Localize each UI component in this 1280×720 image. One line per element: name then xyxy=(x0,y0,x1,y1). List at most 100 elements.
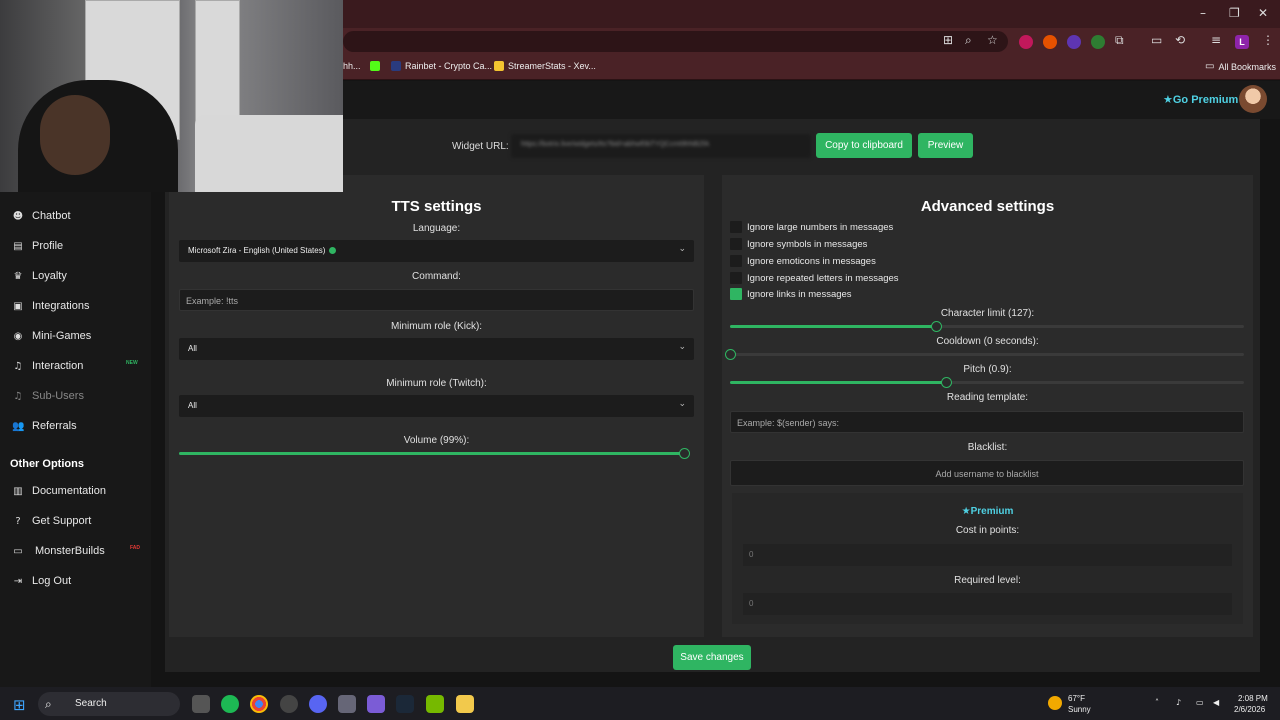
close-icon[interactable]: ✕ xyxy=(1258,6,1268,20)
volume-slider-thumb[interactable] xyxy=(679,448,690,459)
kick-role-select[interactable]: All ⌄ xyxy=(179,338,694,360)
char-limit-slider-thumb[interactable] xyxy=(931,321,942,332)
copy-to-clipboard-button[interactable]: Copy to clipboard xyxy=(816,133,912,158)
weather-desc: Sunny xyxy=(1068,705,1091,714)
bookmark-item[interactable]: hh... xyxy=(343,61,361,71)
more-vert-icon[interactable]: ⋮ xyxy=(1262,33,1274,47)
checkbox-box[interactable] xyxy=(730,288,742,300)
sidepanel-icon[interactable]: ▭ xyxy=(1151,33,1162,47)
user-avatar[interactable] xyxy=(1239,85,1267,113)
profile-avatar[interactable]: L xyxy=(1235,35,1249,49)
chrome-icon[interactable] xyxy=(250,695,268,713)
windows-start-icon[interactable]: ⊞ xyxy=(13,696,26,714)
cost-in-points-input[interactable]: 0 xyxy=(743,544,1232,566)
steam-icon[interactable] xyxy=(396,695,414,713)
minimize-icon[interactable]: – xyxy=(1200,6,1206,20)
ignore-large-numbers-checkbox[interactable]: Ignore large numbers in messages xyxy=(730,221,893,233)
sidebar-item-documentation[interactable]: ▥ Documentation xyxy=(12,485,106,497)
plug-icon: ▣ xyxy=(13,300,23,312)
sidebar-item-integrations[interactable]: ▣ Integrations xyxy=(12,300,89,312)
network-icon[interactable]: ▭ xyxy=(1196,698,1204,707)
discord-icon[interactable] xyxy=(309,695,327,713)
puzzle-icon[interactable]: ⧉ xyxy=(1115,33,1124,48)
bookmark-item[interactable] xyxy=(370,61,380,71)
widget-url-label: Widget URL: xyxy=(452,141,509,152)
zoom-icon[interactable]: ⌕ xyxy=(965,33,972,48)
taskbar-search[interactable]: Search xyxy=(38,692,180,716)
new-badge: NEW xyxy=(126,360,138,366)
reading-template-input[interactable]: Example: $(sender) says: xyxy=(730,411,1244,433)
command-input[interactable]: Example: !tts xyxy=(179,289,694,311)
restore-icon[interactable]: ❐ xyxy=(1229,6,1240,20)
checkbox-box[interactable] xyxy=(730,272,742,284)
language-label: Language: xyxy=(412,223,461,234)
blacklist-input[interactable]: Add username to blacklist xyxy=(730,460,1244,486)
bookmark-star-icon[interactable]: ☆ xyxy=(987,33,998,47)
address-input[interactable] xyxy=(343,31,1008,52)
volume-icon[interactable]: ◀ xyxy=(1213,698,1219,707)
music-icon: ♫ xyxy=(13,360,23,372)
sidebar-item-mini-games[interactable]: ◉ Mini-Games xyxy=(12,330,92,342)
widget-url-input[interactable]: https://botrix.live/widgets/tts?bid=abhw… xyxy=(511,134,811,158)
sidebar-item-sub-users[interactable]: ♫ Sub-Users xyxy=(12,390,84,402)
pitch-slider-thumb[interactable] xyxy=(941,377,952,388)
required-level-input[interactable]: 0 xyxy=(743,593,1232,615)
all-bookmarks[interactable]: ▭ All Bookmarks xyxy=(1205,61,1276,72)
blacklist-label: Blacklist: xyxy=(967,442,1008,453)
sidebar-item-loyalty[interactable]: ♛ Loyalty xyxy=(12,270,67,282)
preview-button[interactable]: Preview xyxy=(918,133,973,158)
menu-lines-icon[interactable]: ≡ xyxy=(1211,33,1221,47)
sidebar-item-label: Mini-Games xyxy=(32,330,92,342)
bookmark-item[interactable]: Rainbet - Crypto Ca... xyxy=(391,61,492,71)
bookmark-item[interactable]: StreamerStats - Xev... xyxy=(494,61,596,71)
game-icon[interactable] xyxy=(367,695,385,713)
chevron-up-icon[interactable]: ˄ xyxy=(1155,698,1159,707)
pitch-label: Pitch (0.9): xyxy=(963,364,1012,375)
sidebar-item-get-support[interactable]: ? Get Support xyxy=(12,515,91,527)
checkbox-box[interactable] xyxy=(730,255,742,267)
checkbox-label: Ignore repeated letters in messages xyxy=(747,272,899,284)
cooldown-slider[interactable] xyxy=(725,349,1244,360)
users-icon: 👥 xyxy=(12,420,25,432)
ignore-repeated-letters-checkbox[interactable]: Ignore repeated letters in messages xyxy=(730,272,899,284)
volume-slider[interactable] xyxy=(179,448,690,459)
char-limit-slider[interactable] xyxy=(730,321,1244,332)
obs-icon[interactable] xyxy=(280,695,298,713)
settings-icon[interactable] xyxy=(338,695,356,713)
checkbox-box[interactable] xyxy=(730,221,742,233)
extension-icon[interactable] xyxy=(1091,35,1105,49)
checkbox-box[interactable] xyxy=(730,238,742,250)
spotify-icon[interactable] xyxy=(221,695,239,713)
extension-icon[interactable] xyxy=(1043,35,1057,49)
premium-heading: ★Premium xyxy=(722,506,1253,517)
go-premium-link[interactable]: ★Go Premium xyxy=(1163,93,1238,106)
advanced-settings-title: Advanced settings xyxy=(920,198,1055,215)
language-select[interactable]: Microsoft Zira - English (United States)… xyxy=(179,240,694,262)
sidebar-item-interaction[interactable]: ♫ Interaction xyxy=(12,360,84,372)
translate-icon[interactable]: ⊞ xyxy=(943,33,953,47)
twitch-role-select[interactable]: All ⌄ xyxy=(179,395,694,417)
extension-icon[interactable] xyxy=(1019,35,1033,49)
sidebar-item-monsterbuilds[interactable]: ▭ MonsterBuilds xyxy=(12,545,104,557)
reading-template-label: Reading template: xyxy=(946,392,1029,403)
twitch-role-value: All xyxy=(188,401,197,410)
sidebar-item-log-out[interactable]: ⇥ Log Out xyxy=(12,575,71,587)
ignore-symbols-checkbox[interactable]: Ignore symbols in messages xyxy=(730,238,867,250)
volume-label: Volume (99%): xyxy=(403,435,470,446)
char-limit-slider-fill xyxy=(730,325,936,328)
sidebar-item-referrals[interactable]: 👥 Referrals xyxy=(12,420,77,432)
ignore-emoticons-checkbox[interactable]: Ignore emoticons in messages xyxy=(730,255,876,267)
pitch-slider[interactable] xyxy=(730,377,1244,388)
ignore-links-checkbox[interactable]: Ignore links in messages xyxy=(730,288,852,300)
microphone-icon[interactable]: ♪ xyxy=(1176,698,1181,707)
extension-icon[interactable] xyxy=(1067,35,1081,49)
nvidia-icon[interactable] xyxy=(426,695,444,713)
sidebar-item-chatbot[interactable]: ☻ Chatbot xyxy=(12,210,71,222)
save-changes-button[interactable]: Save changes xyxy=(673,645,751,670)
file-explorer-icon[interactable] xyxy=(456,695,474,713)
weather-sun-icon[interactable] xyxy=(1048,696,1062,710)
sidebar-item-profile[interactable]: ▤ Profile xyxy=(12,240,63,252)
task-view-icon[interactable] xyxy=(192,695,210,713)
history-icon[interactable]: ⟲ xyxy=(1175,33,1185,47)
cooldown-slider-thumb[interactable] xyxy=(725,349,736,360)
